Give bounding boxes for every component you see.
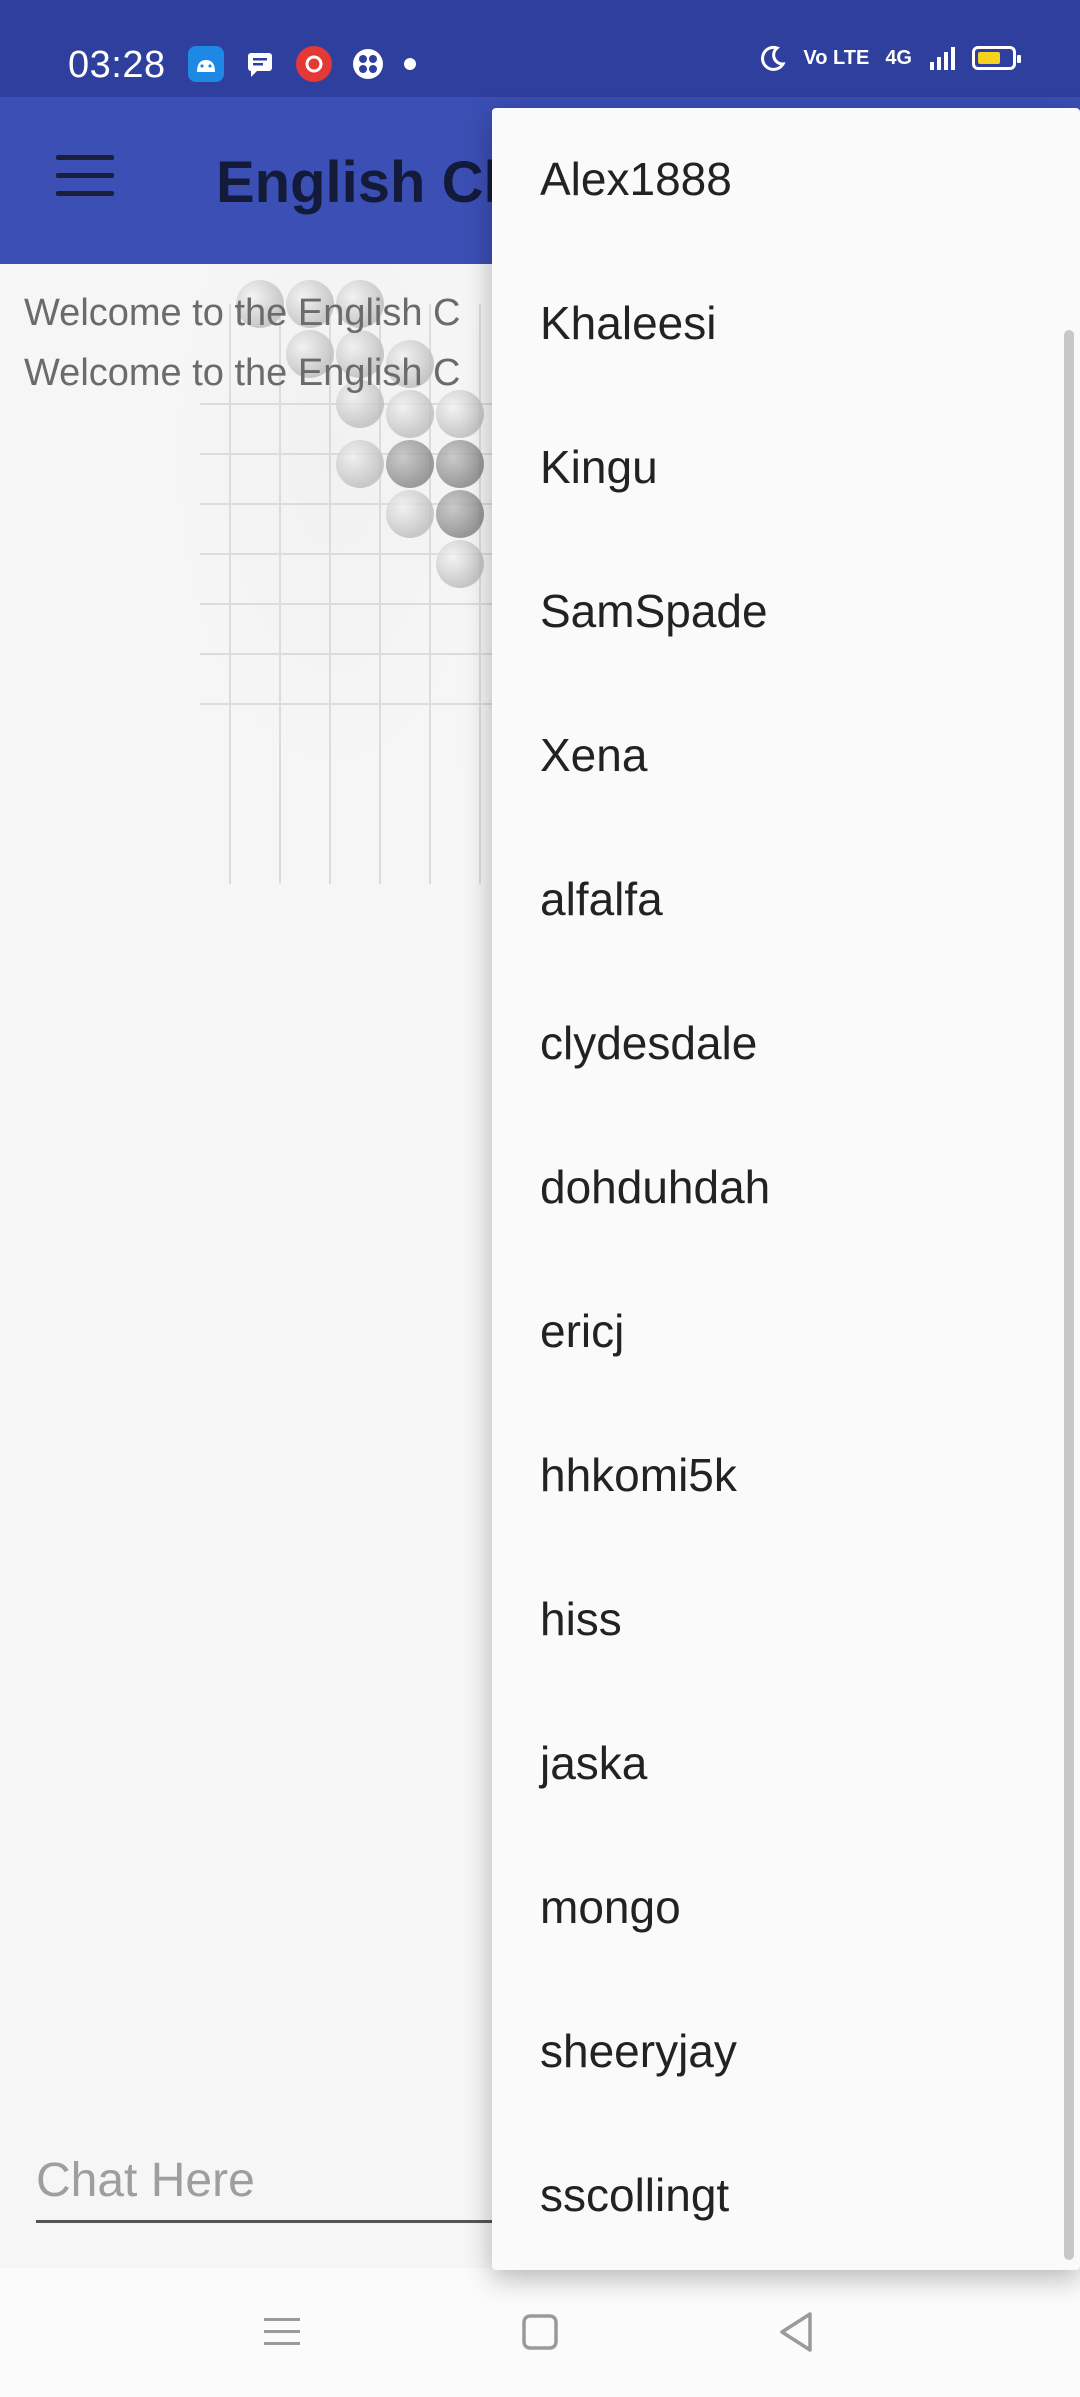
menu-item-user[interactable]: sheeryjay xyxy=(540,2024,737,2078)
user-dropdown-menu: Alex1888 Khaleesi Kingu SamSpade Xena al… xyxy=(492,108,1080,2270)
more-notifications-dot-icon xyxy=(404,58,416,70)
menu-item-user[interactable]: Khaleesi xyxy=(540,296,716,350)
menu-item-user[interactable]: jaska xyxy=(540,1736,647,1790)
menu-item-user[interactable]: dohduhdah xyxy=(540,1160,770,1214)
menu-item-user[interactable]: clydesdale xyxy=(540,1016,757,1070)
menu-item-user[interactable]: Xena xyxy=(540,728,647,782)
chat-message: Welcome to the English C xyxy=(24,352,461,394)
status-bar: 03:28 Vo LTE 4G xyxy=(0,0,1080,97)
menu-item-user[interactable]: Kingu xyxy=(540,440,658,494)
menu-item-user[interactable]: hhkomi5k xyxy=(540,1448,737,1502)
menu-item-user[interactable]: ericj xyxy=(540,1304,624,1358)
message-icon xyxy=(242,46,278,82)
hamburger-menu-icon[interactable] xyxy=(56,155,114,201)
volte-label: Vo LTE xyxy=(803,47,870,69)
notification-icons xyxy=(188,46,416,82)
menu-item-user[interactable]: hiss xyxy=(540,1592,622,1646)
menu-line xyxy=(56,173,114,178)
system-nav-bar xyxy=(0,2268,1080,2397)
battery-fill xyxy=(978,52,1001,64)
moon-icon xyxy=(761,45,787,71)
page-title: English Ch xyxy=(216,150,519,215)
home-icon[interactable] xyxy=(510,2302,570,2362)
recents-icon[interactable] xyxy=(252,2302,312,2362)
red-app-icon xyxy=(296,46,332,82)
chat-message: Welcome to the English C xyxy=(24,292,461,334)
menu-line xyxy=(56,155,114,160)
menu-item-user[interactable]: mongo xyxy=(540,1880,681,1934)
signal-icon xyxy=(930,47,955,70)
dropdown-scrollbar[interactable] xyxy=(1064,330,1074,2260)
menu-item-user[interactable]: SamSpade xyxy=(540,584,768,638)
menu-item-user[interactable]: sscollingt xyxy=(540,2168,729,2222)
android-app-icon xyxy=(188,46,224,82)
menu-item-user[interactable]: Alex1888 xyxy=(540,152,732,206)
menu-item-user[interactable]: alfalfa xyxy=(540,872,663,926)
system-status-icons: Vo LTE 4G xyxy=(759,44,1021,72)
wheel-icon xyxy=(350,46,386,82)
status-time: 03:28 xyxy=(68,44,166,86)
menu-line xyxy=(56,191,114,196)
network-type-label: 4G xyxy=(885,47,912,69)
back-icon[interactable] xyxy=(766,2302,826,2362)
battery-icon xyxy=(972,46,1021,70)
